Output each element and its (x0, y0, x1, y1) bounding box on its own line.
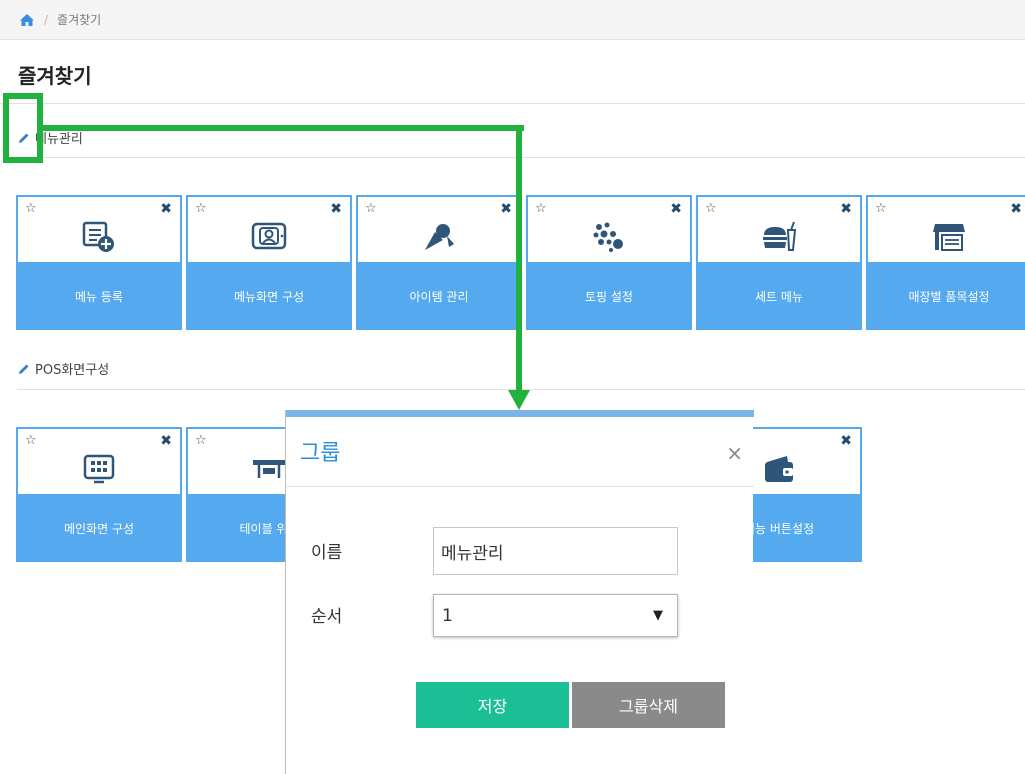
tile-label: 메뉴 등록 (16, 262, 182, 330)
save-button[interactable]: 저장 (416, 682, 569, 728)
annotation-highlight-box (3, 93, 43, 163)
main-screen-icon (79, 449, 119, 489)
star-icon[interactable]: ☆ (25, 202, 37, 215)
set-menu-icon (759, 217, 799, 257)
remove-icon[interactable]: ✖ (840, 434, 852, 448)
star-icon[interactable]: ☆ (195, 434, 207, 447)
group-name-input[interactable] (433, 527, 678, 575)
tile-store-item[interactable]: ☆ ✖ 매장별 품목설정 (866, 195, 1025, 330)
annotation-arrow-icon (508, 390, 530, 410)
tile-main-screen[interactable]: ☆ ✖ 메인화면 구성 (16, 427, 182, 562)
star-icon[interactable]: ☆ (535, 202, 547, 215)
tile-label: 메인화면 구성 (16, 494, 182, 562)
star-icon[interactable]: ☆ (195, 202, 207, 215)
pencil-icon (19, 364, 29, 374)
remove-icon[interactable]: ✖ (160, 434, 172, 448)
star-icon[interactable]: ☆ (25, 434, 37, 447)
tile-label: 세트 메뉴 (696, 262, 862, 330)
remove-icon[interactable]: ✖ (840, 202, 852, 216)
menu-screen-icon (249, 217, 289, 257)
tile-label: 아이템 관리 (356, 262, 522, 330)
tile-menu-screen[interactable]: ☆ ✖ 메뉴화면 구성 (186, 195, 352, 330)
breadcrumb-current: 즐겨찾기 (57, 13, 102, 27)
item-icon (419, 217, 459, 257)
breadcrumb: / 즐겨찾기 (0, 0, 1025, 40)
tile-set-menu[interactable]: ☆ ✖ 세트 메뉴 (696, 195, 862, 330)
table-layout-icon (249, 449, 289, 489)
menu-register-icon (79, 217, 119, 257)
breadcrumb-separator: / (44, 12, 49, 27)
tile-topping[interactable]: ☆ ✖ 토핑 설정 (526, 195, 692, 330)
annotation-line (516, 125, 522, 395)
topping-icon (589, 217, 629, 257)
tile-item-manage[interactable]: ☆ ✖ 아이템 관리 (356, 195, 522, 330)
delete-group-button[interactable]: 그룹삭제 (572, 682, 725, 728)
name-label: 이름 (311, 543, 343, 563)
order-value: 1 (442, 605, 453, 626)
group-name: POS화면구성 (35, 363, 110, 378)
annotation-line (40, 125, 524, 131)
dialog-title: 그룹 (300, 441, 341, 466)
home-icon[interactable] (19, 13, 35, 27)
remove-icon[interactable]: ✖ (330, 202, 342, 216)
order-select[interactable]: 1 ▼ (433, 594, 678, 637)
store-item-icon (929, 217, 969, 257)
favorites-page: / 즐겨찾기 즐겨찾기 메뉴관리 ☆ ✖ 메뉴 등록 ☆ ✖ 메뉴화면 구성 ☆… (0, 0, 1025, 774)
remove-icon[interactable]: ✖ (670, 202, 682, 216)
tile-menu-register[interactable]: ☆ ✖ 메뉴 등록 (16, 195, 182, 330)
star-icon[interactable]: ☆ (875, 202, 887, 215)
dropdown-arrow-icon[interactable]: ▼ (653, 608, 663, 623)
order-label: 순서 (311, 607, 343, 627)
star-icon[interactable]: ☆ (705, 202, 717, 215)
star-icon[interactable]: ☆ (365, 202, 377, 215)
remove-icon[interactable]: ✖ (160, 202, 172, 216)
tile-label: 매장별 품목설정 (866, 262, 1025, 330)
tile-label: 메뉴화면 구성 (186, 262, 352, 330)
page-title: 즐겨찾기 (18, 64, 92, 88)
dialog-top-bar (286, 410, 754, 417)
group-header-pos[interactable]: POS화면구성 (18, 359, 109, 378)
remove-icon[interactable]: ✖ (1010, 202, 1022, 216)
dialog-divider (286, 486, 754, 487)
group-dialog: 그룹 × 이름 순서 1 ▼ 저장 그룹삭제 (285, 410, 754, 774)
title-divider (0, 103, 1025, 104)
remove-icon[interactable]: ✖ (500, 202, 512, 216)
tile-label: 토핑 설정 (526, 262, 692, 330)
wallet-icon (759, 449, 799, 489)
close-icon[interactable]: × (726, 443, 743, 463)
